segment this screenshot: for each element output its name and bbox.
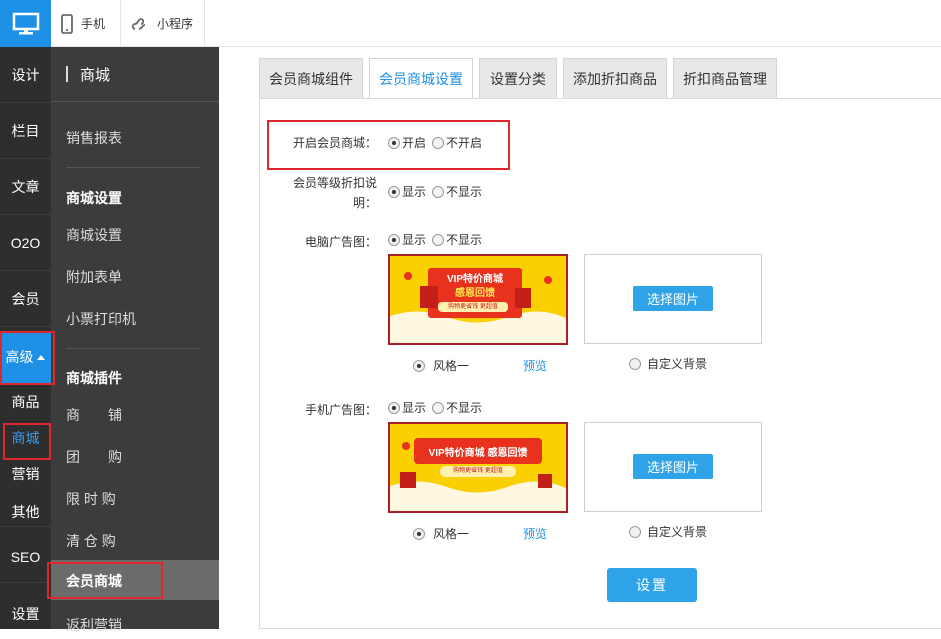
pc-style-one-radio[interactable] (413, 359, 425, 372)
caret-up-icon (36, 355, 45, 360)
mobile-show-label: 显示 (402, 401, 427, 415)
mobile-icon (61, 13, 73, 34)
discount-desc-label: 会员等级折扣说 明： (282, 173, 377, 213)
nav-item-design[interactable]: 设计 (0, 47, 51, 103)
top-tab-mobile-label: 手机 (81, 17, 106, 31)
top-tab-mini-program[interactable]: 小程序 (121, 0, 205, 47)
pc-style-one-option: 风格一 (413, 357, 469, 374)
mobile-banner-style-one[interactable]: VIP特价商城 感恩回馈 购物更省钱 更超值 (388, 422, 568, 513)
pc-pick-image-button[interactable]: 选择图片 (633, 286, 713, 311)
tab-member-mall-settings[interactable]: 会员商城设置 (369, 58, 473, 99)
sidebar-item-member-mall-label: 会员商城 (66, 573, 122, 589)
sidebar-item-flash-sale[interactable]: 限 时 购 (66, 489, 116, 509)
enable-on-radio[interactable] (388, 136, 400, 149)
sidebar-group-mall-plugins: 商城插件 (66, 370, 122, 386)
mobile-show-radio[interactable] (388, 401, 400, 414)
nav-item-advanced[interactable]: 高级 (0, 331, 51, 383)
tab-manage-discount-products[interactable]: 折扣商品管理 (673, 58, 777, 98)
mobile-hide-radio[interactable] (432, 401, 445, 414)
pc-show-radio[interactable] (388, 233, 400, 246)
sidebar-header-title: 商城 (80, 66, 111, 84)
pc-custom-bg-radio[interactable] (629, 357, 641, 370)
mobile-custom-bg-option: 自定义背景 (629, 523, 707, 540)
discount-hide-label: 不显示 (446, 185, 483, 199)
pc-hide-radio[interactable] (432, 233, 445, 246)
pc-show-label: 显示 (402, 233, 427, 247)
nav-sub-other[interactable]: 其他 (0, 497, 51, 527)
sidebar-item-mall-settings[interactable]: 商城设置 (66, 225, 122, 245)
nav-sub-marketing[interactable]: 营销 (0, 459, 51, 489)
sidebar-item-extra-form[interactable]: 附加表单 (66, 267, 122, 287)
mobile-style-one-radio[interactable] (413, 527, 425, 540)
tab-add-discount-products[interactable]: 添加折扣商品 (563, 58, 667, 98)
sidebar-item-receipt-printer[interactable]: 小票打印机 (66, 309, 136, 329)
discount-hide-radio[interactable] (432, 185, 445, 198)
sidebar-item-member-mall[interactable]: 会员商城 (51, 560, 219, 600)
enable-on-label: 开启 (402, 136, 427, 150)
mini-program-icon (131, 17, 146, 30)
sidebar-group-mall-settings: 商城设置 (66, 190, 122, 206)
discount-show-label: 显示 (402, 185, 427, 199)
mobile-banner-options: 显示 不显示 (388, 399, 482, 416)
mobile-pick-image-button[interactable]: 选择图片 (633, 454, 713, 479)
tab-set-categories[interactable]: 设置分类 (479, 58, 557, 98)
enable-off-label: 不开启 (446, 136, 483, 150)
pc-custom-bg-label: 自定义背景 (647, 357, 708, 371)
pc-preview-link[interactable]: 预览 (523, 357, 547, 374)
pc-banner-style-one[interactable]: VIP特价商城 感恩回馈 购物更省钱 更超值 (388, 254, 568, 345)
nav-item-articles[interactable]: 文章 (0, 159, 51, 215)
main-nav: 设计 栏目 文章 O2O 会员 高级 商品 商城 营销 其他 SEO 设置 (0, 47, 51, 629)
mobile-custom-bg-label: 自定义背景 (647, 525, 708, 539)
mobile-custom-bg-radio[interactable] (629, 525, 641, 538)
nav-sub-products[interactable]: 商品 (0, 387, 51, 417)
desktop-view-button[interactable] (0, 0, 51, 47)
pc-banner-label: 电脑广告图： (304, 235, 377, 249)
enable-mall-label: 开启会员商城： (292, 136, 377, 150)
nav-item-advanced-label: 高级 (5, 349, 34, 365)
pc-banner-subtitle: 感恩回馈 (455, 288, 495, 299)
sub-sidebar: 商城 销售报表 商城设置 商城设置 附加表单 小票打印机 商城插件 商 铺 团 … (51, 47, 219, 633)
monitor-icon (12, 12, 39, 34)
mobile-banner-label: 手机广告图： (304, 403, 377, 417)
sidebar-item-clearance[interactable]: 清 仓 购 (66, 531, 116, 551)
top-tab-mini-program-label: 小程序 (157, 17, 194, 31)
sidebar-item-shop[interactable]: 商 铺 (66, 405, 122, 425)
sidebar-item-sales-report[interactable]: 销售报表 (66, 128, 122, 148)
discount-desc-label-line2: 明： (352, 196, 377, 210)
top-bar: 手机 小程序 (0, 0, 941, 47)
submit-settings-button[interactable]: 设置 (607, 568, 697, 602)
pc-banner-title: VIP特价商城 (446, 274, 504, 285)
sidebar-divider (66, 167, 201, 168)
enable-off-radio[interactable] (432, 136, 445, 149)
top-tab-mobile[interactable]: 手机 (51, 0, 121, 47)
sidebar-header: 商城 (51, 47, 219, 102)
pc-style-one-label: 风格一 (433, 359, 470, 373)
pc-custom-bg-option: 自定义背景 (629, 355, 707, 372)
discount-show-radio[interactable] (388, 185, 400, 198)
nav-item-columns[interactable]: 栏目 (0, 103, 51, 159)
sidebar-divider (66, 348, 201, 349)
nav-item-settings[interactable]: 设置 (0, 589, 51, 639)
pc-banner-options: 显示 不显示 (388, 231, 482, 248)
header-accent-bar (66, 66, 68, 82)
sidebar-item-group-buy[interactable]: 团 购 (66, 447, 122, 467)
tab-member-mall-components[interactable]: 会员商城组件 (259, 58, 363, 98)
enable-mall-options: 开启 不开启 (388, 134, 482, 151)
mobile-style-one-label: 风格一 (433, 527, 470, 541)
discount-desc-label-line1: 会员等级折扣说 (292, 176, 377, 190)
nav-item-o2o[interactable]: O2O (0, 215, 51, 271)
discount-desc-options: 显示 不显示 (388, 183, 482, 200)
nav-item-member[interactable]: 会员 (0, 271, 51, 327)
mobile-style-one-option: 风格一 (413, 525, 469, 542)
nav-sub-mall[interactable]: 商城 (0, 423, 51, 453)
mobile-preview-link[interactable]: 预览 (523, 525, 547, 542)
pc-banner-tag: 购物更省钱 更超值 (448, 304, 498, 310)
mobile-banner-title: VIP特价商城 感恩回馈 (428, 448, 528, 459)
mobile-hide-label: 不显示 (446, 401, 483, 415)
sidebar-item-rebate[interactable]: 返利营销 (66, 615, 122, 635)
mobile-banner-tag: 购物更省钱 更超值 (453, 468, 503, 474)
nav-item-seo[interactable]: SEO (0, 531, 51, 583)
main-content: 会员商城组件 会员商城设置 设置分类 添加折扣商品 折扣商品管理 开启会员商城：… (219, 47, 941, 629)
pc-hide-label: 不显示 (446, 233, 483, 247)
